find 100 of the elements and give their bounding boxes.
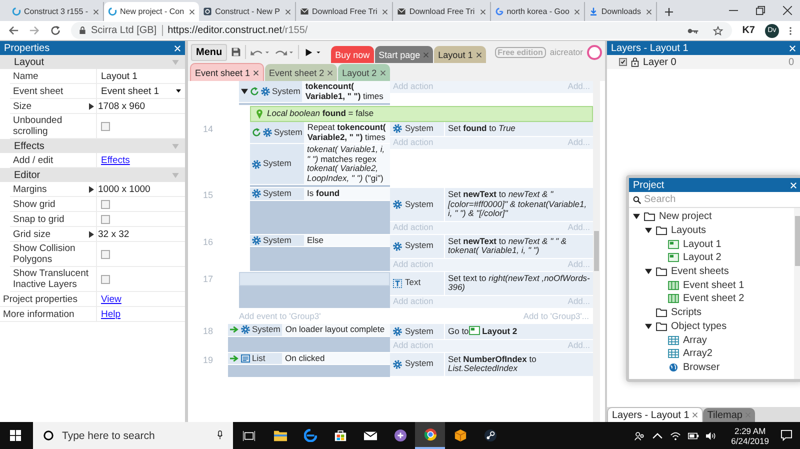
event-block[interactable]: List On clicked bbox=[228, 352, 390, 376]
sheet-tab[interactable]: Event sheet 2 bbox=[265, 64, 338, 81]
speaker-icon[interactable] bbox=[706, 430, 718, 440]
collapse-icon[interactable] bbox=[645, 322, 652, 330]
close-icon[interactable] bbox=[93, 8, 100, 14]
extension-button[interactable]: K7 bbox=[742, 25, 755, 36]
collapse-icon[interactable] bbox=[645, 268, 652, 276]
expand-icon[interactable] bbox=[89, 230, 94, 238]
close-icon[interactable] bbox=[783, 6, 792, 15]
document-tab[interactable]: Start page bbox=[374, 46, 434, 63]
collapse-icon[interactable] bbox=[241, 88, 248, 95]
taskbar-app[interactable] bbox=[415, 422, 445, 449]
back-icon[interactable] bbox=[8, 25, 19, 36]
event-block[interactable]: System On loader layout complete bbox=[228, 324, 390, 352]
section-header[interactable]: Editor bbox=[0, 168, 185, 182]
close-icon[interactable] bbox=[189, 8, 196, 14]
property-value[interactable]: 32 x 32 bbox=[98, 228, 181, 240]
expand-icon[interactable] bbox=[89, 186, 94, 192]
tree-item[interactable]: Object types bbox=[629, 320, 794, 334]
close-icon[interactable] bbox=[692, 412, 698, 418]
action[interactable]: System Go to Layout 2 bbox=[390, 324, 593, 340]
tree-item[interactable]: Event sheets bbox=[629, 264, 794, 278]
sheet-tab[interactable]: Event sheet 1 bbox=[190, 63, 264, 81]
condition[interactable]: System tokenat( Variable1, i, " ") matches regex tokenat( Variable2, LoopIndex, " ") ("gi") bbox=[250, 144, 390, 185]
section-header[interactable]: Layout bbox=[0, 55, 185, 69]
tree-item[interactable]: Layouts bbox=[629, 224, 794, 238]
close-icon[interactable] bbox=[480, 8, 486, 14]
checkbox[interactable] bbox=[101, 200, 110, 208]
menu-icon[interactable] bbox=[789, 26, 792, 36]
save-icon[interactable] bbox=[231, 47, 242, 57]
property-link[interactable]: Help bbox=[101, 308, 121, 320]
document-tab[interactable]: Layout 1 bbox=[434, 46, 486, 63]
property-value[interactable]: Layout 1 bbox=[101, 70, 181, 82]
tree-item[interactable]: Scripts bbox=[629, 306, 794, 320]
checkbox[interactable] bbox=[101, 274, 110, 284]
condition[interactable]: System Is found bbox=[250, 188, 390, 200]
collapse-icon[interactable] bbox=[645, 227, 652, 234]
checkbox[interactable] bbox=[101, 214, 110, 224]
address-field[interactable]: Scirra Ltd [GB] https://editor.construct.net/r155/ bbox=[71, 22, 732, 39]
star-icon[interactable] bbox=[712, 26, 724, 36]
condition[interactable]: List On clicked bbox=[228, 352, 390, 365]
panel-tab[interactable]: Layers - Layout 1 bbox=[607, 407, 704, 422]
close-icon[interactable] bbox=[646, 8, 652, 14]
tree-item[interactable]: Event sheet 1 bbox=[629, 278, 794, 292]
tree-item[interactable]: Layout 2 bbox=[629, 251, 794, 265]
checkbox[interactable] bbox=[101, 250, 110, 258]
close-icon[interactable] bbox=[382, 8, 388, 14]
tree-item[interactable]: New project bbox=[629, 210, 794, 224]
battery-icon[interactable] bbox=[688, 430, 700, 440]
action[interactable]: System Set found to True bbox=[390, 122, 593, 136]
condition[interactable]: System Else bbox=[250, 234, 390, 247]
reload-icon[interactable] bbox=[50, 25, 61, 36]
action[interactable]: Text Set text to right(newText ,noOfWords-396) bbox=[390, 272, 593, 296]
event-block[interactable]: System Else bbox=[250, 234, 390, 270]
buy-now-button[interactable]: Buy now bbox=[331, 46, 374, 63]
dropdown-icon[interactable] bbox=[176, 89, 181, 93]
chevron-up-icon[interactable] bbox=[652, 430, 664, 440]
tree-item[interactable]: Event sheet 2 bbox=[629, 292, 794, 306]
tree-item[interactable]: Layout 1 bbox=[629, 237, 794, 252]
menu-button[interactable]: Menu bbox=[191, 44, 228, 60]
close-icon[interactable] bbox=[253, 70, 260, 76]
action[interactable]: System Set newText to newText & " " & tokenat( Variable1, i, " ") bbox=[390, 234, 593, 258]
tree-item[interactable]: Browser bbox=[629, 360, 794, 374]
close-icon[interactable] bbox=[574, 8, 580, 14]
scrollbar[interactable] bbox=[794, 208, 800, 379]
property-value[interactable]: 1000 x 1000 bbox=[98, 184, 181, 194]
collapse-icon[interactable] bbox=[633, 213, 640, 220]
avatar-circle[interactable] bbox=[587, 44, 602, 60]
action[interactable]: System Set NumberOfIndex to List.SelectedIndex bbox=[390, 352, 593, 376]
panel-tab[interactable]: Tilemap bbox=[703, 408, 756, 422]
action[interactable]: System Set newText to newText & " [color=#ff0000]" & tokenat(Variable1, i, " ") & "[/color]" bbox=[390, 188, 593, 222]
event-block[interactable]: System Is found bbox=[250, 188, 390, 234]
property-link[interactable]: Effects bbox=[101, 154, 130, 166]
notification-icon[interactable] bbox=[781, 430, 792, 441]
windows-start-icon[interactable] bbox=[10, 430, 21, 441]
lock-icon[interactable] bbox=[631, 57, 639, 67]
property-link[interactable]: View bbox=[101, 294, 122, 304]
property-value[interactable]: Event sheet 1 bbox=[101, 86, 172, 96]
search-field[interactable]: Type here to search bbox=[33, 422, 233, 449]
expand-icon[interactable] bbox=[89, 102, 94, 110]
property-value[interactable]: 1708 x 960 bbox=[98, 100, 181, 112]
browser-tab[interactable]: New project - Con bbox=[104, 2, 200, 21]
wifi-icon[interactable] bbox=[670, 430, 682, 440]
people-icon[interactable] bbox=[634, 430, 646, 440]
layer-row[interactable]: Layer 0 0 bbox=[607, 55, 800, 69]
tree-item[interactable]: Array2 bbox=[629, 346, 794, 361]
search-field[interactable]: Search bbox=[629, 192, 800, 208]
condition[interactable]: System On loader layout complete bbox=[228, 324, 390, 336]
checkbox[interactable] bbox=[101, 122, 110, 130]
sheet-tab[interactable]: Layout 2 bbox=[338, 64, 390, 81]
section-header[interactable]: Effects bbox=[0, 139, 185, 153]
task-view-icon[interactable] bbox=[243, 430, 255, 440]
scrollbar[interactable] bbox=[593, 81, 600, 422]
microphone-icon[interactable] bbox=[217, 430, 223, 440]
clock[interactable]: 2:29 AM 6/24/2019 bbox=[725, 426, 775, 446]
close-icon[interactable] bbox=[476, 52, 482, 58]
checkbox[interactable] bbox=[619, 58, 627, 66]
new-tab-icon[interactable] bbox=[664, 8, 673, 16]
restore-icon[interactable] bbox=[756, 6, 765, 15]
tree-item[interactable]: Array bbox=[629, 333, 794, 347]
